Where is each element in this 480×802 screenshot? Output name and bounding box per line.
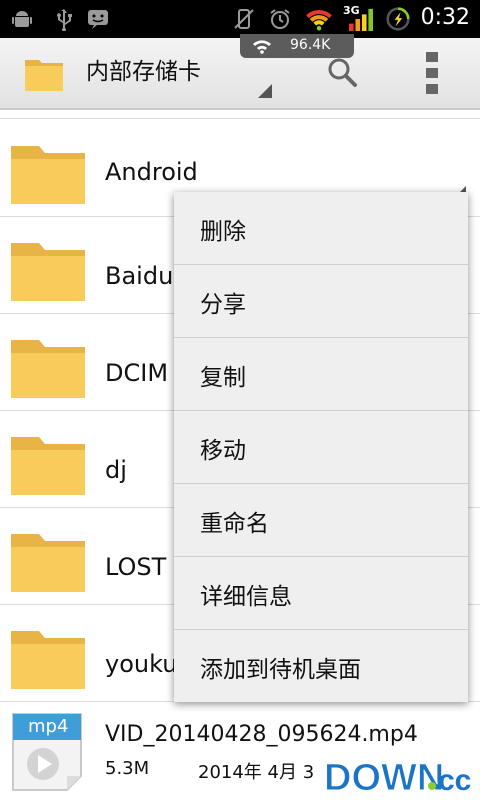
file-thumb-label: mp4 [28, 716, 69, 737]
network-speed-badge: 96.4K [240, 34, 354, 58]
battery-icon [386, 7, 410, 31]
overflow-menu-icon[interactable] [424, 50, 440, 96]
folder-icon [11, 631, 85, 689]
menu-item-label: 复制 [200, 365, 246, 391]
wifi-icon [306, 10, 332, 31]
folder-name: Baidu [105, 262, 174, 290]
network-speed-value: 96.4K [290, 37, 331, 53]
menu-item-details[interactable]: 详细信息 [174, 557, 468, 630]
context-menu: 删除 分享 复制 移动 重命名 详细信息 添加到待机桌面 [174, 192, 468, 702]
folder-icon [11, 243, 85, 301]
menu-item-add-to-home[interactable]: 添加到待机桌面 [174, 630, 468, 702]
svg-text:cc: cc [438, 764, 471, 797]
folder-icon [11, 437, 85, 495]
svg-text:DOWN: DOWN [324, 757, 444, 798]
folder-icon [11, 146, 85, 204]
alarm-icon [270, 9, 290, 29]
list-top-divider [0, 110, 480, 119]
folder-name: Android [105, 158, 198, 186]
menu-item-label: 移动 [200, 438, 246, 464]
folder-name: DCIM [105, 359, 169, 387]
menu-item-label: 删除 [200, 219, 246, 245]
menu-item-label: 重命名 [200, 511, 269, 537]
page-title[interactable]: 内部存储卡 [86, 52, 201, 86]
file-size: 5.3M [105, 758, 150, 779]
usb-icon [57, 9, 72, 31]
signal-icon [349, 8, 373, 31]
wifi-small-icon [253, 40, 271, 54]
file-date: 2014年 4月 3 [198, 762, 315, 783]
folder-icon [11, 340, 85, 398]
dropdown-indicator-icon[interactable] [258, 84, 272, 98]
menu-item-share[interactable]: 分享 [174, 265, 468, 338]
watermark-logo: DOWN cc [320, 752, 478, 800]
folder-name: dj [105, 456, 127, 484]
menu-item-label: 添加到待机桌面 [200, 657, 361, 683]
folder-name: LOST [105, 553, 167, 581]
menu-item-label: 详细信息 [200, 584, 292, 610]
watermark-graphic: DOWN cc [320, 752, 478, 800]
status-bar: 3G 0:32 [0, 0, 480, 38]
file-name: VID_20140428_095624.mp4 [105, 722, 418, 747]
folder-icon [11, 534, 85, 592]
menu-item-rename[interactable]: 重命名 [174, 484, 468, 557]
notification-icon [88, 10, 108, 29]
status-clock: 0:32 [420, 5, 470, 30]
menu-item-copy[interactable]: 复制 [174, 338, 468, 411]
menu-item-label: 分享 [200, 292, 246, 318]
android-debug-icon [12, 11, 32, 27]
folder-name: youku [105, 650, 178, 678]
menu-item-delete[interactable]: 删除 [174, 192, 468, 265]
menu-item-move[interactable]: 移动 [174, 411, 468, 484]
mute-icon [234, 9, 254, 29]
search-icon[interactable] [326, 56, 358, 88]
folder-icon[interactable] [24, 56, 64, 92]
